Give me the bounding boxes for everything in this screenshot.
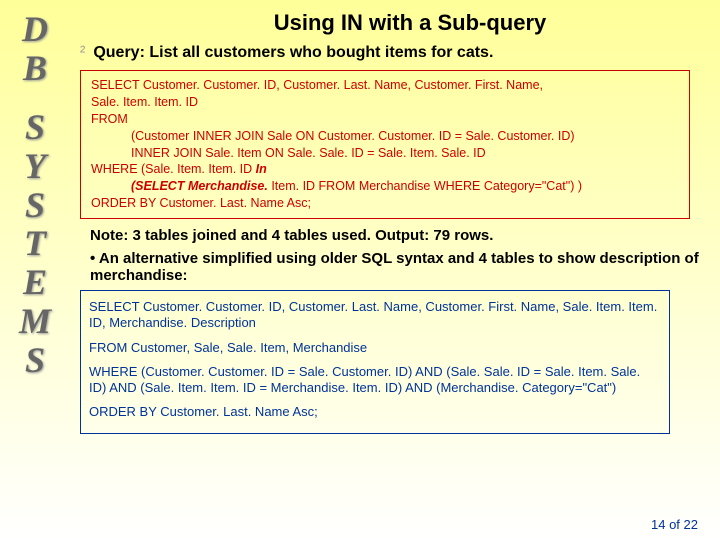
sidebar-letter: S: [0, 341, 70, 380]
code-line: WHERE (Sale. Item. Item. ID In: [91, 162, 267, 176]
sidebar-letter: S: [0, 108, 70, 147]
page-number: 14 of 22: [651, 517, 698, 532]
keyword-in: In: [256, 162, 267, 176]
sidebar-letter: B: [0, 49, 70, 88]
slide-content: Using IN with a Sub-query ² Query: List …: [80, 0, 720, 434]
code-line: FROM: [91, 112, 128, 126]
sidebar: D B S Y S T E M S: [0, 0, 70, 540]
diamond-bullet-icon: ²: [80, 44, 85, 62]
sidebar-letter: E: [0, 263, 70, 302]
query-description: Query: List all customers who bought ite…: [93, 44, 493, 62]
slide-title: Using IN with a Sub-query: [120, 10, 700, 36]
code-line: (SELECT Merchandise. Item. ID FROM Merch…: [91, 178, 679, 195]
code-paragraph: ORDER BY Customer. Last. Name Asc;: [89, 404, 661, 420]
query-line: ² Query: List all customers who bought i…: [80, 44, 700, 62]
code-paragraph: SELECT Customer. Customer. ID, Customer.…: [89, 299, 661, 332]
sidebar-letter: T: [0, 224, 70, 263]
code-line: (Customer INNER JOIN Sale ON Customer. C…: [91, 128, 679, 145]
alternative-text: • An alternative simplified using older …: [90, 250, 700, 284]
code-line: Sale. Item. Item. ID: [91, 95, 198, 109]
sidebar-letter: Y: [0, 147, 70, 186]
sidebar-letter: S: [0, 186, 70, 225]
note-text: Note: 3 tables joined and 4 tables used.…: [90, 227, 700, 244]
sidebar-letter: M: [0, 302, 70, 341]
code-line: ORDER BY Customer. Last. Name Asc;: [91, 196, 311, 210]
code-paragraph: FROM Customer, Sale, Sale. Item, Merchan…: [89, 340, 661, 356]
code-line: SELECT Customer. Customer. ID, Customer.…: [91, 78, 543, 92]
code-paragraph: WHERE (Customer. Customer. ID = Sale. Cu…: [89, 364, 661, 397]
sql-code-alternative: SELECT Customer. Customer. ID, Customer.…: [80, 290, 670, 434]
code-line: INNER JOIN Sale. Item ON Sale. Sale. ID …: [91, 145, 679, 162]
sql-code-primary: SELECT Customer. Customer. ID, Customer.…: [80, 70, 690, 219]
sidebar-letter: D: [0, 10, 70, 49]
